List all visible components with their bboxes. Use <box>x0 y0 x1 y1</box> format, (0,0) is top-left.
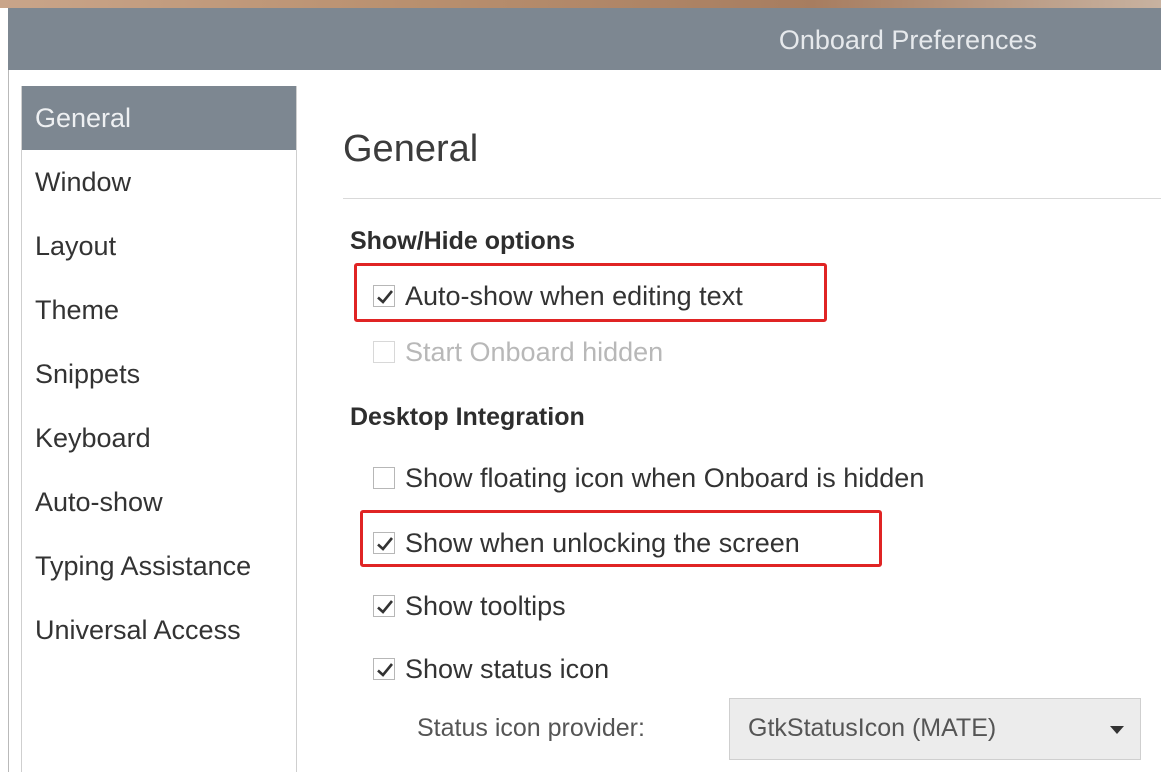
sidebar-item-typing-assistance[interactable]: Typing Assistance <box>22 534 296 598</box>
checkbox-label: Show floating icon when Onboard is hidde… <box>405 462 925 493</box>
start-hidden-checkbox-row[interactable]: Start Onboard hidden <box>373 335 663 369</box>
section-heading-show-hide: Show/Hide options <box>350 227 575 255</box>
checkbox[interactable] <box>373 658 395 680</box>
sidebar-item-universal-access[interactable]: Universal Access <box>22 598 296 662</box>
status-icon-provider-label: Status icon provider: <box>417 714 645 742</box>
checkmark-icon <box>377 600 394 614</box>
status-icon-checkbox-row[interactable]: Show status icon <box>373 652 609 686</box>
checkbox[interactable] <box>373 341 395 363</box>
dropdown-value: GtkStatusIcon (MATE) <box>748 714 997 742</box>
checkbox[interactable] <box>373 595 395 617</box>
window-title: Onboard Preferences <box>778 25 1037 55</box>
highlight-box-unlocking <box>360 510 882 567</box>
main-panel: General Show/Hide options Auto-show when… <box>297 86 1161 772</box>
status-icon-provider-dropdown[interactable]: GtkStatusIcon (MATE) <box>729 698 1141 760</box>
floating-icon-checkbox-row[interactable]: Show floating icon when Onboard is hidde… <box>373 461 924 495</box>
sidebar-item-theme[interactable]: Theme <box>22 278 296 342</box>
sidebar-item-snippets[interactable]: Snippets <box>22 342 296 406</box>
tooltips-checkbox-row[interactable]: Show tooltips <box>373 589 566 623</box>
sidebar-item-layout[interactable]: Layout <box>22 214 296 278</box>
sidebar-item-keyboard[interactable]: Keyboard <box>22 406 296 470</box>
window-border <box>8 70 9 772</box>
sidebar-item-auto-show[interactable]: Auto-show <box>22 470 296 534</box>
checkbox[interactable] <box>373 467 395 489</box>
sidebar: General Window Layout Theme Snippets Key… <box>21 86 297 772</box>
sidebar-item-general[interactable]: General <box>22 86 296 150</box>
sidebar-item-window[interactable]: Window <box>22 150 296 214</box>
window-top-edge <box>0 0 1161 8</box>
checkbox-label: Show tooltips <box>405 590 566 621</box>
section-heading-desktop-integration: Desktop Integration <box>350 403 585 431</box>
checkmark-icon <box>377 663 394 677</box>
title-bar[interactable]: Onboard Preferences <box>8 8 1161 70</box>
highlight-box-auto-show <box>354 263 827 322</box>
page-title: General <box>343 128 479 170</box>
chevron-down-icon <box>1110 726 1124 734</box>
checkbox-label: Start Onboard hidden <box>405 336 664 367</box>
checkbox-label: Show status icon <box>405 653 610 684</box>
title-separator <box>343 198 1161 199</box>
